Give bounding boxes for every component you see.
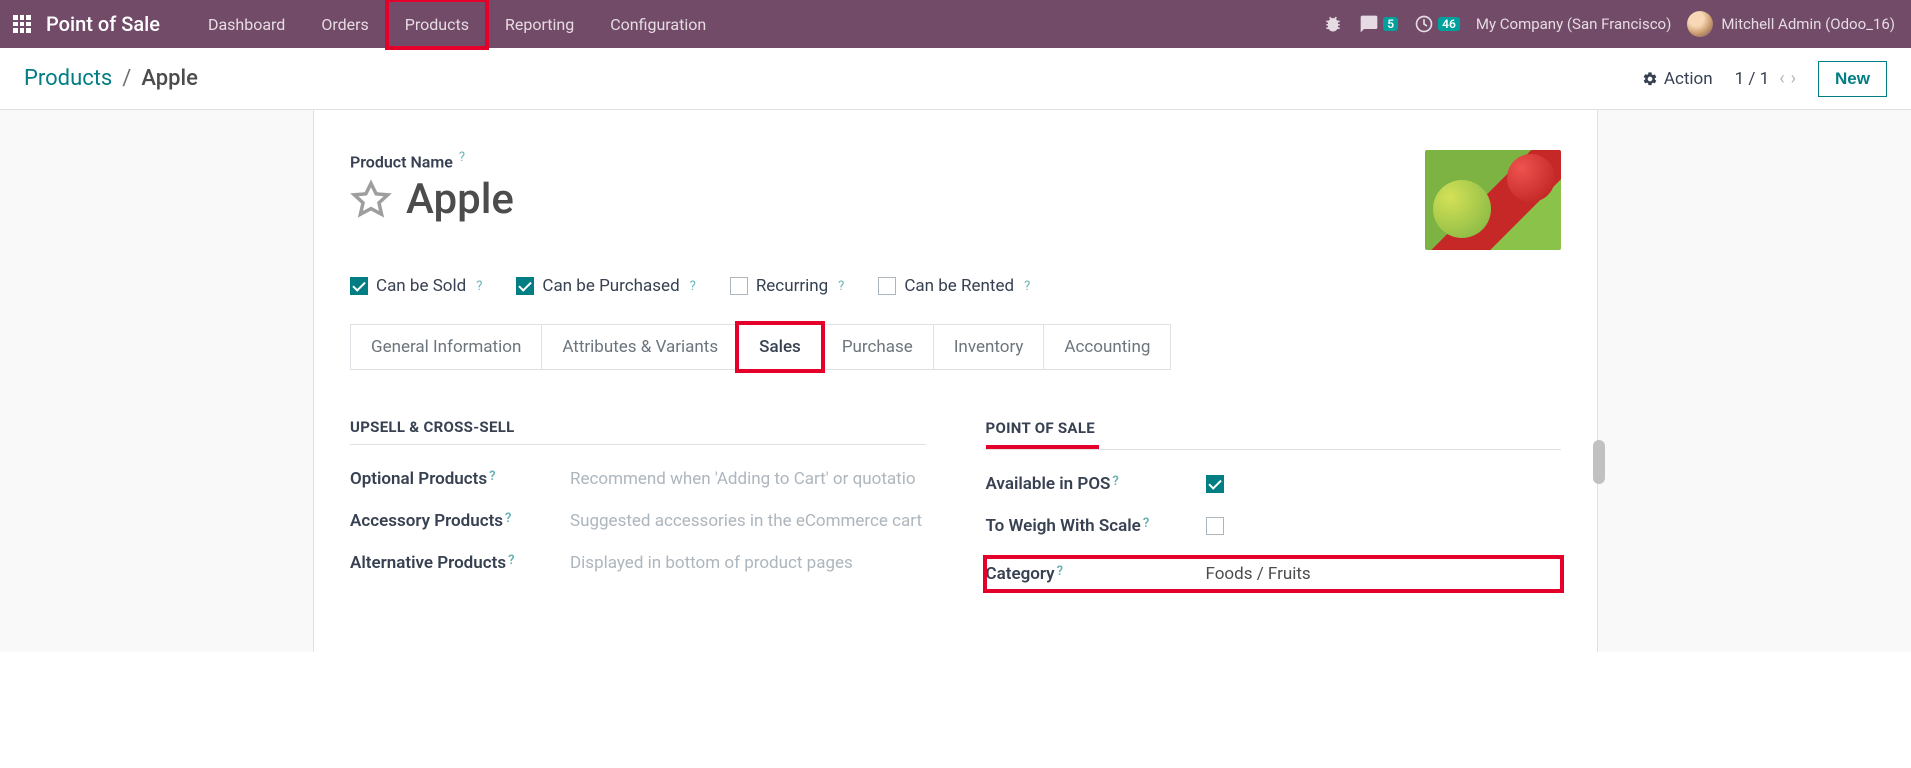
activities-icon[interactable]: 46: [1414, 14, 1460, 34]
can-be-purchased-label: Can be Purchased: [542, 276, 679, 296]
pager-next-icon[interactable]: ›: [1791, 68, 1796, 89]
recurring-checkbox[interactable]: [730, 277, 748, 295]
category-field[interactable]: Foods / Fruits: [1206, 564, 1311, 584]
nav-menu: Dashboard Orders Products Reporting Conf…: [190, 0, 724, 48]
help-icon[interactable]: ?: [489, 469, 495, 484]
debug-icon[interactable]: [1323, 14, 1343, 34]
control-bar: Products / Apple Action 1 / 1 ‹ › New: [0, 48, 1911, 110]
gear-icon: [1642, 71, 1658, 87]
tab-accounting[interactable]: Accounting: [1043, 324, 1171, 370]
accessory-products-label: Accessory Products: [350, 511, 503, 531]
product-name-label: Product Name: [350, 152, 453, 171]
to-weigh-row: To Weigh With Scale ?: [986, 516, 1562, 536]
pager-text[interactable]: 1 / 1: [1735, 69, 1770, 89]
category-label: Category: [986, 564, 1055, 584]
help-icon[interactable]: ?: [508, 553, 514, 568]
new-button[interactable]: New: [1818, 61, 1887, 97]
upsell-header: UPSELL & CROSS-SELL: [350, 418, 926, 445]
help-icon[interactable]: ?: [1143, 516, 1149, 531]
nav-dashboard[interactable]: Dashboard: [190, 0, 303, 48]
messages-badge: 5: [1383, 17, 1398, 31]
help-icon[interactable]: ?: [1057, 564, 1063, 579]
avatar: [1687, 11, 1713, 37]
nav-orders[interactable]: Orders: [303, 0, 386, 48]
available-in-pos-label: Available in POS: [986, 474, 1111, 494]
alternative-products-row: Alternative Products ? Displayed in bott…: [350, 553, 926, 573]
optional-products-row: Optional Products ? Recommend when 'Addi…: [350, 469, 926, 489]
nav-configuration[interactable]: Configuration: [592, 0, 724, 48]
help-icon[interactable]: ?: [1112, 474, 1118, 489]
available-in-pos-checkbox[interactable]: [1206, 475, 1224, 493]
user-menu[interactable]: Mitchell Admin (Odoo_16): [1687, 11, 1895, 37]
tab-attributes-variants[interactable]: Attributes & Variants: [541, 324, 739, 370]
user-name: Mitchell Admin (Odoo_16): [1721, 15, 1895, 33]
nav-products[interactable]: Products: [387, 0, 487, 48]
messages-icon[interactable]: 5: [1359, 14, 1398, 34]
recurring-option: Recurring ?: [730, 276, 845, 296]
sales-tab-body: UPSELL & CROSS-SELL Optional Products ? …: [350, 418, 1561, 612]
recurring-label: Recurring: [756, 276, 828, 296]
activities-badge: 46: [1438, 17, 1460, 31]
help-icon[interactable]: ?: [690, 279, 696, 294]
tab-sales[interactable]: Sales: [738, 324, 822, 370]
tab-general-information[interactable]: General Information: [350, 324, 542, 370]
apps-icon[interactable]: [8, 10, 36, 38]
can-be-purchased-checkbox[interactable]: [516, 277, 534, 295]
can-be-rented-label: Can be Rented: [904, 276, 1014, 296]
help-icon[interactable]: ?: [838, 279, 844, 294]
options-row: Can be Sold ? Can be Purchased ? Recurri…: [350, 276, 1561, 296]
alternative-products-label: Alternative Products: [350, 553, 506, 573]
product-name-field[interactable]: Apple: [406, 175, 514, 224]
favorite-star-icon[interactable]: [350, 179, 392, 221]
tab-inventory[interactable]: Inventory: [933, 324, 1045, 370]
scrollbar-thumb[interactable]: [1593, 440, 1605, 484]
alternative-products-field[interactable]: Displayed in bottom of product pages: [570, 553, 853, 573]
available-in-pos-row: Available in POS ?: [986, 474, 1562, 494]
can-be-sold-option: Can be Sold ?: [350, 276, 482, 296]
breadcrumb-root[interactable]: Products: [24, 66, 112, 91]
form-sheet: Product Name ? Apple Can be Sold ? Can b…: [313, 110, 1598, 652]
help-icon[interactable]: ?: [1024, 279, 1030, 294]
help-icon[interactable]: ?: [459, 150, 465, 165]
top-nav: Point of Sale Dashboard Orders Products …: [0, 0, 1911, 48]
help-icon[interactable]: ?: [505, 511, 511, 526]
breadcrumb-current: Apple: [141, 66, 198, 91]
action-menu[interactable]: Action: [1642, 69, 1713, 89]
breadcrumb-sep: /: [122, 66, 131, 91]
nav-reporting[interactable]: Reporting: [487, 0, 592, 48]
can-be-rented-checkbox[interactable]: [878, 277, 896, 295]
pos-header: POINT OF SALE: [986, 419, 1099, 449]
pager: 1 / 1 ‹ ›: [1735, 68, 1796, 89]
company-switcher[interactable]: My Company (San Francisco): [1476, 15, 1671, 33]
pager-prev-icon[interactable]: ‹: [1779, 68, 1784, 89]
title-row: Product Name ? Apple: [350, 150, 1561, 250]
app-brand[interactable]: Point of Sale: [46, 12, 160, 36]
control-right: Action 1 / 1 ‹ › New: [1642, 61, 1887, 97]
can-be-rented-option: Can be Rented ?: [878, 276, 1030, 296]
product-image[interactable]: [1425, 150, 1561, 250]
optional-products-label: Optional Products: [350, 469, 487, 489]
can-be-sold-label: Can be Sold: [376, 276, 466, 296]
action-label: Action: [1664, 69, 1713, 89]
breadcrumb: Products / Apple: [24, 66, 198, 91]
tabs: General Information Attributes & Variant…: [350, 324, 1561, 370]
help-icon[interactable]: ?: [476, 279, 482, 294]
to-weigh-label: To Weigh With Scale: [986, 516, 1141, 536]
accessory-products-field[interactable]: Suggested accessories in the eCommerce c…: [570, 511, 922, 531]
tab-purchase[interactable]: Purchase: [821, 324, 934, 370]
can-be-sold-checkbox[interactable]: [350, 277, 368, 295]
pos-column: POINT OF SALE Available in POS ? To Weig…: [986, 418, 1562, 612]
can-be-purchased-option: Can be Purchased ?: [516, 276, 695, 296]
to-weigh-checkbox[interactable]: [1206, 517, 1224, 535]
nav-right: 5 46 My Company (San Francisco) Mitchell…: [1323, 11, 1903, 37]
optional-products-field[interactable]: Recommend when 'Adding to Cart' or quota…: [570, 469, 916, 489]
category-row: Category ? Foods / Fruits: [986, 558, 1562, 590]
accessory-products-row: Accessory Products ? Suggested accessori…: [350, 511, 926, 531]
upsell-column: UPSELL & CROSS-SELL Optional Products ? …: [350, 418, 926, 612]
sheet-bg: Product Name ? Apple Can be Sold ? Can b…: [0, 110, 1911, 652]
